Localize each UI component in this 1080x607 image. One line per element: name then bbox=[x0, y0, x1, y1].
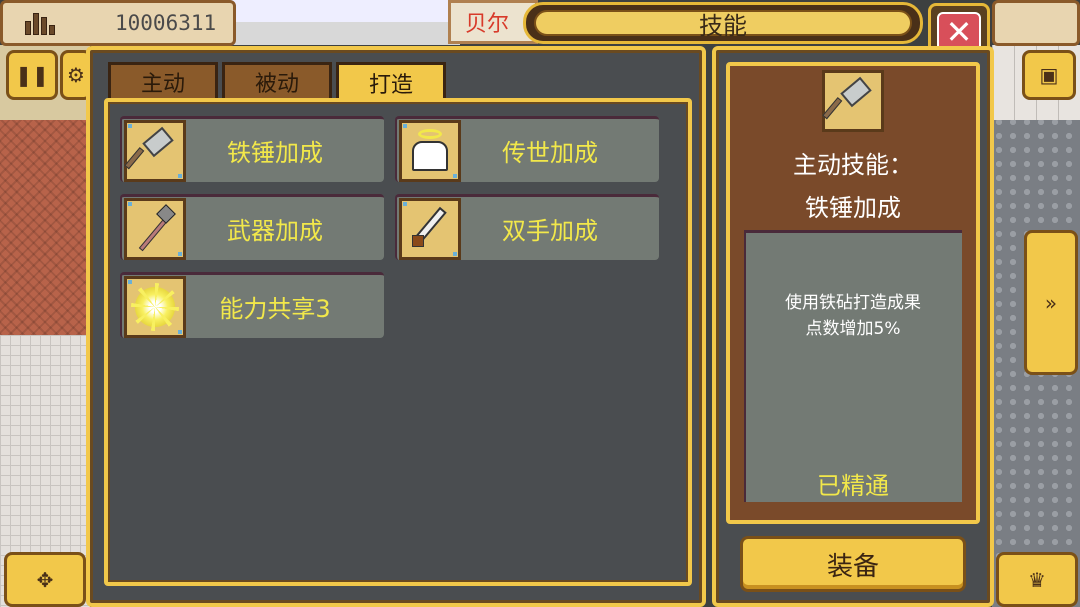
skill-label: 能力共享3 bbox=[219, 295, 331, 323]
coin-value: 10006311 bbox=[115, 11, 217, 35]
skill-tabs: 主动 被动 打造 bbox=[108, 62, 446, 100]
double-chevron-right-icon: » bbox=[1044, 290, 1058, 315]
spear-icon bbox=[133, 203, 177, 251]
window-title-bar: 技能 bbox=[523, 2, 923, 44]
camera-icon: ▣ bbox=[1039, 63, 1059, 87]
skill-label: 双手加成 bbox=[502, 217, 598, 245]
dpad-icon: ✥ bbox=[36, 567, 54, 592]
camera-button[interactable]: ▣ bbox=[1022, 50, 1076, 100]
skill-card-hammer[interactable]: 铁锤加成 bbox=[120, 116, 384, 182]
building-icon bbox=[23, 9, 57, 37]
hud-right-frame bbox=[992, 0, 1080, 46]
next-page-button[interactable]: » bbox=[1024, 230, 1078, 375]
pause-button[interactable]: ❚❚ bbox=[6, 50, 58, 100]
background-building bbox=[230, 0, 460, 45]
skill-card-legacy[interactable]: 传世加成 bbox=[395, 116, 659, 182]
detail-skill-icon bbox=[822, 70, 884, 132]
window-title: 技能 bbox=[699, 11, 747, 40]
angel-icon bbox=[408, 128, 452, 173]
skill-label: 铁锤加成 bbox=[227, 139, 323, 167]
move-button[interactable]: ✥ bbox=[4, 552, 86, 607]
crown-button[interactable]: ♛ bbox=[996, 552, 1078, 607]
skill-card-share[interactable]: 能力共享3 bbox=[120, 272, 384, 338]
gear-icon: ⚙ bbox=[67, 63, 85, 87]
description-box bbox=[744, 230, 962, 502]
skill-card-weapon[interactable]: 武器加成 bbox=[120, 194, 384, 260]
tab-passive[interactable]: 被动 bbox=[222, 62, 332, 98]
starburst-icon bbox=[131, 282, 179, 331]
equip-button[interactable]: 装备 bbox=[740, 536, 966, 592]
tab-active[interactable]: 主动 bbox=[108, 62, 218, 98]
skill-label: 武器加成 bbox=[227, 217, 323, 245]
crown-icon: ♛ bbox=[1028, 567, 1046, 592]
coin-counter: 10006311 bbox=[0, 0, 236, 46]
description-line: 点数增加5% bbox=[805, 319, 901, 339]
skill-card-two-hand[interactable]: 双手加成 bbox=[395, 194, 659, 260]
hammer-icon bbox=[124, 126, 175, 171]
skill-description: 使用铁砧打造成果 点数增加5% bbox=[744, 290, 962, 342]
pause-icon: ❚❚ bbox=[15, 63, 49, 87]
sword-icon bbox=[408, 206, 452, 251]
description-line: 使用铁砧打造成果 bbox=[785, 293, 921, 313]
background-brick-floor bbox=[0, 120, 90, 335]
skill-type-label: 主动技能： bbox=[793, 151, 913, 179]
hammer-icon bbox=[822, 76, 873, 121]
skill-name: 铁锤加成 bbox=[805, 194, 901, 222]
mastery-status: 已精通 bbox=[817, 472, 889, 500]
tab-forge[interactable]: 打造 bbox=[336, 62, 446, 100]
skill-label: 传世加成 bbox=[502, 139, 598, 167]
